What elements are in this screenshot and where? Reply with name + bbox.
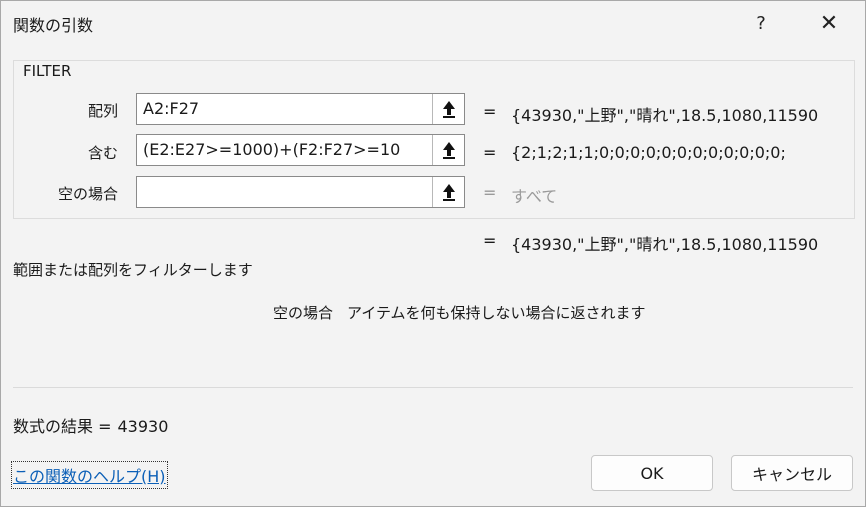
arg-input-value: (E2:E27>=1000)+(F2:F27>=10 <box>143 140 401 159</box>
arg-result-include: {2;1;2;1;1;0;0;0;0;0;0;0;0;0;0;0;0; <box>511 143 786 162</box>
equals-sign: = <box>483 231 497 250</box>
arg-label-if-empty: 空の場合 <box>57 185 118 203</box>
function-arguments-dialog: 関数の引数 ? ✕ FILTER 配列 A2:F27 = {43930,"上野"… <box>0 0 866 507</box>
collapse-dialog-arrow-icon[interactable] <box>432 135 464 165</box>
equals-sign: = <box>483 143 497 162</box>
close-icon: ✕ <box>819 10 839 36</box>
function-name: FILTER <box>23 62 72 80</box>
close-button[interactable]: ✕ <box>809 5 849 41</box>
arg-label-include: 含む <box>87 144 118 162</box>
arg-result-if-empty: すべて <box>511 187 558 206</box>
formula-result: 数式の結果 = 43930 <box>13 413 168 437</box>
argument-description: 空の場合 アイテムを何も保持しない場合に返されます <box>273 302 646 323</box>
arg-result-array: {43930,"上野","晴れ",18.5,1080,11590 <box>511 106 819 125</box>
help-button[interactable]: ? <box>741 5 781 41</box>
arg-label-array: 配列 <box>87 102 118 120</box>
argument-description-text: アイテムを何も保持しない場合に返されます <box>347 304 646 322</box>
arg-input-value: A2:F27 <box>143 99 200 118</box>
divider <box>13 387 853 388</box>
title-bar[interactable]: 関数の引数 ? ✕ <box>1 1 865 45</box>
equals-sign: = <box>483 102 497 121</box>
arg-input-array[interactable]: A2:F27 <box>136 93 465 125</box>
function-description: 範囲または配列をフィルターします <box>13 261 253 279</box>
collapse-dialog-arrow-icon[interactable] <box>432 177 464 207</box>
arg-input-if-empty[interactable] <box>136 176 465 208</box>
cancel-button[interactable]: キャンセル <box>731 455 853 491</box>
function-help-link[interactable]: この関数のヘルプ(H) <box>11 461 168 489</box>
formula-result-label: 数式の結果 = <box>13 417 112 436</box>
argument-description-name: 空の場合 <box>273 304 334 322</box>
ok-button[interactable]: OK <box>591 455 713 491</box>
formula-result-value: 43930 <box>117 417 169 436</box>
function-result-preview: {43930,"上野","晴れ",18.5,1080,11590 <box>511 235 819 254</box>
equals-sign: = <box>483 183 497 202</box>
collapse-dialog-arrow-icon[interactable] <box>432 94 464 124</box>
dialog-title: 関数の引数 <box>13 16 94 35</box>
question-icon: ? <box>756 12 766 34</box>
arg-input-include[interactable]: (E2:E27>=1000)+(F2:F27>=10 <box>136 134 465 166</box>
